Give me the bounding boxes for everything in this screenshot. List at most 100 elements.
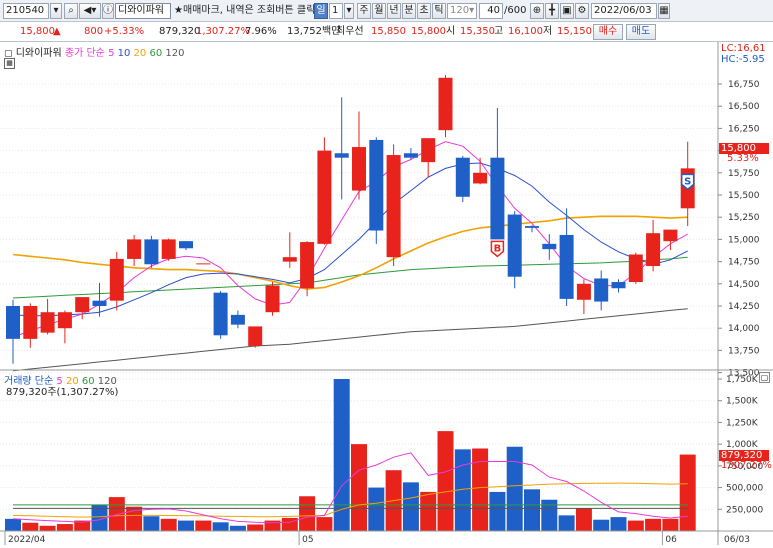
volume-bar-up [679, 454, 696, 531]
volume-bar-up [627, 520, 644, 531]
volume-bar-up [160, 518, 177, 531]
volume-ratio: 1,307.27% [196, 26, 251, 37]
period-value-input[interactable]: 1 [329, 3, 343, 19]
candle-down [525, 226, 539, 228]
volume-bar-up [39, 525, 56, 531]
chart-area[interactable]: 16,75016,50016,25016,00015,75015,50015,2… [0, 42, 773, 545]
price-tick-label: 15,500 [728, 191, 760, 201]
price-legend-ma: 종가 단순 [64, 48, 105, 59]
candle-down [542, 243, 557, 250]
price-legend-ma60: 60 [149, 48, 163, 59]
period-year-button[interactable]: 년 [387, 3, 401, 19]
price-tick-label: 14,500 [728, 280, 760, 290]
date-input[interactable]: 2022/06/03 [591, 3, 657, 19]
price-change: 800 [84, 26, 104, 37]
best-quote-label: 최우선 [336, 26, 364, 37]
price-legend-ma10: 10 [117, 48, 131, 59]
candle-down [455, 157, 470, 197]
settings-button[interactable]: ⚙ [575, 3, 589, 19]
volume-bar-down [368, 487, 385, 531]
panel-maximize-icon[interactable]: ▢ [759, 372, 770, 383]
panel-settings-icon[interactable]: ▦ [4, 58, 15, 69]
price-tick-label: 16,500 [728, 102, 760, 112]
open-price: 15,350 [460, 26, 495, 37]
volume-bar-up [351, 444, 367, 531]
volume-bar-up [247, 524, 264, 531]
volume-bar-up [437, 431, 454, 531]
low-label: 저 [543, 26, 553, 37]
search-icon: ⌕ [68, 5, 74, 16]
price-tick-label: 15,750 [728, 169, 760, 179]
price-legend-ma20: 20 [133, 48, 147, 59]
period-second-button[interactable]: 초 [417, 3, 431, 19]
sell-button[interactable]: 매도 [626, 24, 656, 40]
turnover-rate: 7.96% [245, 26, 277, 37]
volume-bar-up [575, 508, 592, 531]
candle-down [594, 278, 609, 302]
volume-bar-up [299, 496, 316, 531]
candle-down [230, 314, 245, 325]
price-tick-label: 16,250 [728, 124, 760, 134]
volume-bar-down [229, 525, 246, 531]
volume-bar-down [212, 522, 229, 531]
candle-down [144, 239, 159, 265]
high-label: 고 [494, 26, 504, 37]
candle-down [179, 241, 193, 249]
price-tick-label: 15,250 [728, 213, 760, 223]
volume-bar-up [195, 520, 212, 531]
candle-up [628, 254, 643, 283]
price-legend: ▢ 디와이파워 종가 단순 5 10 20 60 120 [4, 44, 184, 59]
save-button[interactable]: ▣ [560, 3, 574, 19]
count-input[interactable]: 40 [479, 3, 503, 19]
volume-bar-down [489, 491, 506, 531]
buy-button[interactable]: 매수 [593, 24, 623, 40]
candle-up [438, 77, 453, 131]
sell-marker-label: S [684, 176, 691, 187]
high-price: 16,100 [508, 26, 543, 37]
period-minute-button[interactable]: 분 [402, 3, 416, 19]
stock-chart[interactable]: 16,75016,50016,25016,00015,75015,50015,2… [0, 42, 773, 545]
crosshair-icon: ╋ [548, 5, 556, 16]
volume-bar-down [524, 489, 540, 531]
candle-up [421, 138, 436, 163]
volume-bar-up [662, 518, 679, 531]
period-day-button[interactable]: 일 [314, 3, 328, 19]
period-month-button[interactable]: 월 [372, 3, 386, 19]
pin-icon: ★ [174, 5, 183, 16]
current-price: 15,800 [20, 26, 55, 37]
candle-down [559, 234, 574, 299]
calendar-icon: ▦ [659, 5, 669, 16]
candle-up [57, 312, 72, 329]
volume-bar-down [143, 516, 160, 531]
volume-tick-label: 1,500K [726, 397, 759, 407]
crosshair-button[interactable]: ╋ [545, 3, 559, 19]
sound-button[interactable]: ◀▾ [79, 3, 101, 19]
zoom-button[interactable]: ⊕ [530, 3, 544, 19]
tick-value-input[interactable]: 120▾ [447, 3, 477, 19]
trade-mark-hint: ★매매마크, 내역은 조회버튼 클릭 [174, 5, 316, 16]
candle-up [663, 229, 678, 242]
stock-info-button[interactable]: ⓘ [102, 3, 114, 19]
calendar-button[interactable]: ▦ [658, 3, 670, 19]
volume-bar-down [5, 518, 21, 531]
period-dropdown-button[interactable]: ▾ [344, 3, 354, 19]
volume-tick-label: 1,000K [726, 440, 759, 450]
price-tick-label: 13,750 [728, 346, 760, 356]
code-dropdown-button[interactable]: ▾ [50, 3, 62, 19]
period-tick-button[interactable]: 틱 [432, 3, 446, 19]
volume-tick-label: 250,000 [726, 505, 763, 515]
candle-down [213, 292, 228, 336]
stock-code-input[interactable]: 210540 [3, 3, 49, 19]
volume-bar-down [178, 520, 194, 531]
change-percent: +5.33% [104, 26, 145, 37]
volume-tick-label: 500,000 [726, 484, 763, 494]
period-week-button[interactable]: 주 [357, 3, 371, 19]
volume-bar-up [420, 491, 437, 531]
candle-up [248, 326, 263, 346]
ask-price: 15,850 [371, 26, 406, 37]
candle-down [334, 153, 349, 158]
trade-amount: 13,752백만 [287, 26, 341, 37]
search-button[interactable]: ⌕ [64, 3, 78, 19]
candle-up [317, 150, 332, 244]
volume-tick-label: 1,250K [726, 418, 759, 428]
